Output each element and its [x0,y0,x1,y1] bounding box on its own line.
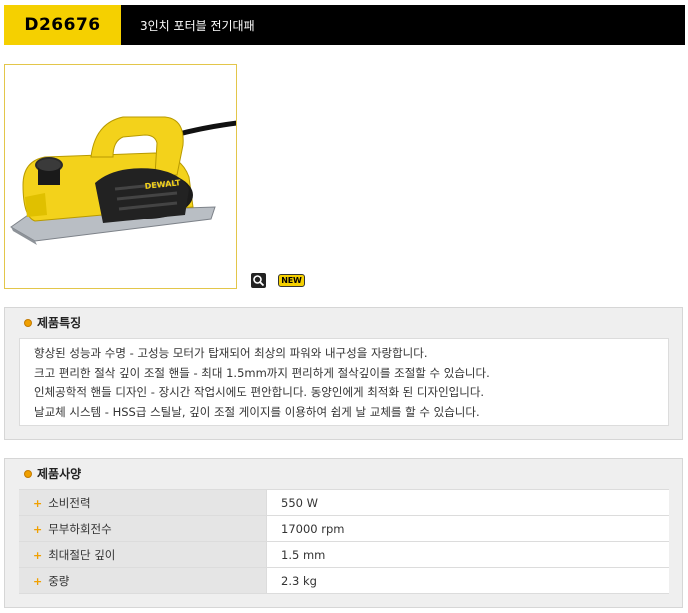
spec-label-cell: + 중량 [19,567,267,594]
spec-value: 17000 rpm [266,515,669,542]
features-panel: 제품특징 향상된 성능과 수명 - 고성능 모터가 탑재되어 최상의 파워와 내… [4,307,683,440]
product-header: D26676 3인치 포터블 전기대패 [4,5,685,45]
product-title: 3인치 포터블 전기대패 [140,18,255,33]
feature-line: 향상된 성능과 수명 - 고성능 모터가 탑재되어 최상의 파워와 내구성을 자… [34,346,428,360]
specs-table: + 소비전력 550 W + 무부하회전수 17000 rpm + 최대절단 깊이 1… [19,489,669,594]
table-row: + 중량 2.3 kg [19,567,669,594]
feature-line: 인체공학적 핸들 디자인 - 장시간 작업시에도 편안합니다. 동양인에게 최적… [34,385,485,399]
table-row: + 최대절단 깊이 1.5 mm [19,541,669,568]
plus-icon: + [33,574,43,588]
features-title: 제품특징 [37,316,82,330]
feature-line: 크고 편리한 절삭 깊이 조절 핸들 - 최대 1.5mm까지 편리하게 절삭깊… [34,365,490,380]
spec-label: 중량 [48,573,70,588]
spec-label: 소비전력 [48,495,91,510]
new-badge[interactable]: NEW [278,274,305,287]
bullet-dot-icon [24,469,32,478]
spec-value: 2.3 kg [266,567,669,594]
magnifier-icon[interactable] [251,273,266,288]
table-row: + 소비전력 550 W [19,489,669,516]
specs-panel: 제품사양 + 소비전력 550 W + 무부하회전수 17000 rpm + 최대절단… [4,458,683,608]
features-heading: 제품특징 [24,314,81,331]
product-image[interactable]: DEWALT [4,64,237,289]
spec-value: 550 W [266,489,669,516]
spec-label: 최대절단 깊이 [48,547,116,562]
plus-icon: + [33,522,43,536]
spec-label: 무부하회전수 [48,521,112,536]
feature-line: 날교체 시스템 - HSS급 스틸날, 깊이 조절 게이지를 이용하여 쉽게 날… [34,404,480,419]
spec-value: 1.5 mm [266,541,669,568]
plus-icon: + [33,496,43,510]
plus-icon: + [33,548,43,562]
model-number: D26676 [4,5,121,45]
bullet-dot-icon [24,318,32,327]
planer-illustration: DEWALT [10,116,236,245]
specs-heading: 제품사양 [24,465,81,482]
spec-label-cell: + 무부하회전수 [19,515,267,542]
specs-title: 제품사양 [37,467,82,481]
spec-label-cell: + 소비전력 [19,489,267,516]
table-row: + 무부하회전수 17000 rpm [19,515,669,542]
spec-label-cell: + 최대절단 깊이 [19,541,267,568]
features-list: 향상된 성능과 수명 - 고성능 모터가 탑재되어 최상의 파워와 내구성을 자… [19,338,669,426]
